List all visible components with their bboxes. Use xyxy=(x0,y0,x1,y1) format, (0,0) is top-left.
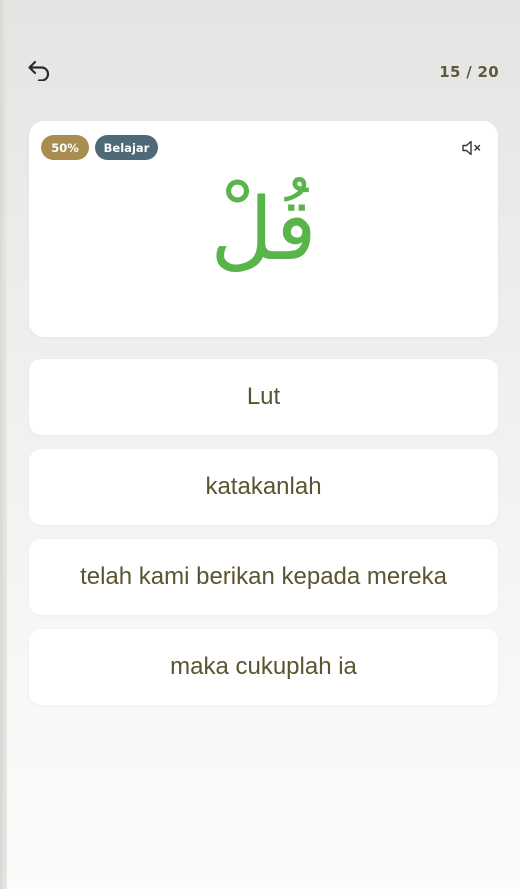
answer-option[interactable]: telah kami berikan kepada mereka xyxy=(29,539,498,615)
window-edge xyxy=(0,0,7,889)
answer-options: Lut katakanlah telah kami berikan kepada… xyxy=(29,359,498,719)
arabic-word: قُلْ xyxy=(210,180,317,280)
answer-option[interactable]: katakanlah xyxy=(29,449,498,525)
undo-arrow-icon xyxy=(28,60,50,81)
answer-option[interactable]: maka cukuplah ia xyxy=(29,629,498,705)
answer-option[interactable]: Lut xyxy=(29,359,498,435)
back-button[interactable] xyxy=(24,56,54,84)
progress-counter: 15 / 20 xyxy=(439,63,499,81)
flashcard: 50% Belajar قُلْ xyxy=(29,121,498,337)
header: 15 / 20 xyxy=(0,0,520,110)
